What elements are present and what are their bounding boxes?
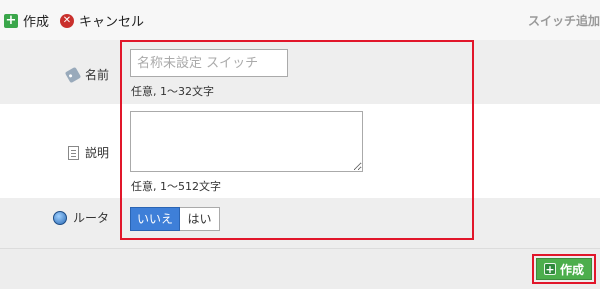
create-toolbar-label: 作成 (23, 15, 50, 30)
name-row: 名前 (0, 40, 600, 104)
router-row: ルータ (0, 198, 600, 248)
name-hint: 任意, 1〜32文字 (131, 85, 214, 98)
toolbar: + 作成 ✕ キャンセル スイッチ追加 (0, 0, 600, 40)
tag-icon (64, 66, 82, 83)
close-icon: ✕ (60, 13, 74, 28)
cancel-button[interactable]: ✕ キャンセル (60, 11, 144, 30)
router-icon (52, 210, 67, 225)
description-label: 説明 (67, 144, 109, 161)
router-label-text: ルータ (72, 211, 109, 225)
document-icon (67, 145, 79, 160)
router-label: ルータ (52, 209, 109, 226)
plus-icon: + (4, 12, 18, 28)
name-label-text: 名前 (84, 68, 109, 82)
router-option-no[interactable]: いいえ (130, 207, 180, 231)
cancel-label: キャンセル (79, 15, 145, 30)
plus-icon: + (543, 263, 556, 276)
description-textarea[interactable] (130, 111, 363, 172)
router-toggle: いいえ はい (130, 207, 220, 231)
description-label-text: 説明 (84, 146, 109, 160)
create-toolbar-button[interactable]: + 作成 (4, 11, 49, 30)
router-option-yes[interactable]: はい (180, 207, 220, 231)
page-title: スイッチ追加 (527, 14, 600, 28)
create-button-highlight: + 作成 (532, 254, 596, 284)
name-input[interactable] (130, 49, 288, 77)
footer-bar (0, 248, 600, 289)
create-button-label: 作成 (559, 262, 584, 277)
create-button[interactable]: + 作成 (536, 258, 592, 280)
description-hint: 任意, 1〜512文字 (131, 180, 221, 193)
name-label: 名前 (64, 66, 109, 83)
